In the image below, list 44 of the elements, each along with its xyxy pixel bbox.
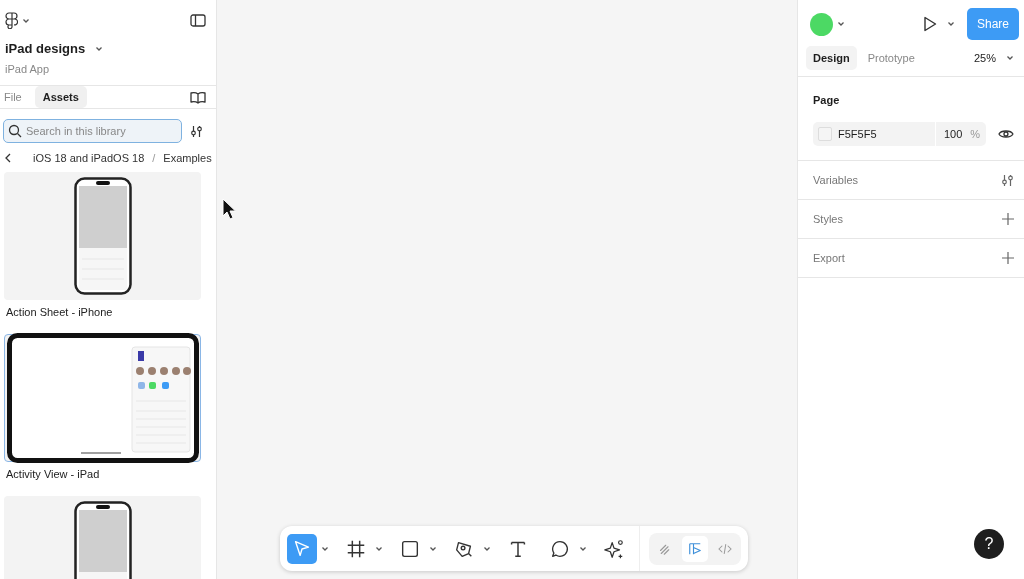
breadcrumb-link[interactable]: Examples <box>163 152 212 164</box>
mode-button[interactable] <box>682 535 708 562</box>
plus-icon[interactable] <box>1002 213 1014 225</box>
asset-name: Action Sheet - iPhone <box>5 306 114 320</box>
section-title: Styles <box>813 213 843 225</box>
chevron-down-icon[interactable] <box>483 545 491 552</box>
sparkle-icon <box>603 537 625 560</box>
breadcrumb-separator: / <box>152 152 156 164</box>
zoom-level[interactable]: 25% <box>973 52 996 64</box>
section-title: Variables <box>813 174 859 186</box>
search-icon <box>8 124 22 138</box>
page-color-field[interactable]: F5F5F5 100 % <box>813 122 987 146</box>
project-name: iPad App <box>5 63 51 75</box>
panel-tab[interactable]: Assets <box>34 86 87 108</box>
asset-thumbnail[interactable] <box>4 172 201 300</box>
back-chevron-icon[interactable] <box>5 153 11 163</box>
chevron-down-icon[interactable] <box>375 545 383 552</box>
chevron-down-icon <box>946 21 955 27</box>
mouse-pointer-icon <box>222 198 236 220</box>
sliders-icon[interactable] <box>190 124 203 138</box>
file-name[interactable]: iPad designs <box>5 41 86 56</box>
chevron-down-icon[interactable] <box>429 545 437 552</box>
sidebar-toggle-icon[interactable] <box>190 14 206 27</box>
section-title: Page <box>813 94 840 106</box>
chevron-down-icon <box>837 21 845 27</box>
asset-name: Activity View - iPad <box>5 468 101 482</box>
chevron-down-icon <box>22 17 30 24</box>
chevron-down-icon <box>95 45 104 52</box>
book-icon[interactable] <box>190 90 206 104</box>
panel-tab[interactable]: File <box>4 86 29 108</box>
play-icon[interactable] <box>922 16 937 32</box>
section-title: Export <box>813 252 845 264</box>
chevron-down-icon <box>1006 55 1014 61</box>
search-field[interactable]: Search in this library <box>3 119 182 143</box>
sliders-icon[interactable] <box>1001 173 1014 187</box>
help-button[interactable]: ? <box>974 529 1004 559</box>
breadcrumb-link[interactable]: iOS 18 and iPadOS 18 <box>33 152 145 164</box>
chevron-down-icon[interactable] <box>321 545 329 552</box>
chevron-down-icon[interactable] <box>579 545 587 552</box>
panel-tab[interactable]: Design <box>806 46 857 70</box>
plus-icon[interactable] <box>1002 252 1014 264</box>
panel-tab[interactable]: Prototype <box>860 46 922 70</box>
eye-icon[interactable] <box>998 128 1014 140</box>
logo-icon[interactable] <box>5 12 18 29</box>
